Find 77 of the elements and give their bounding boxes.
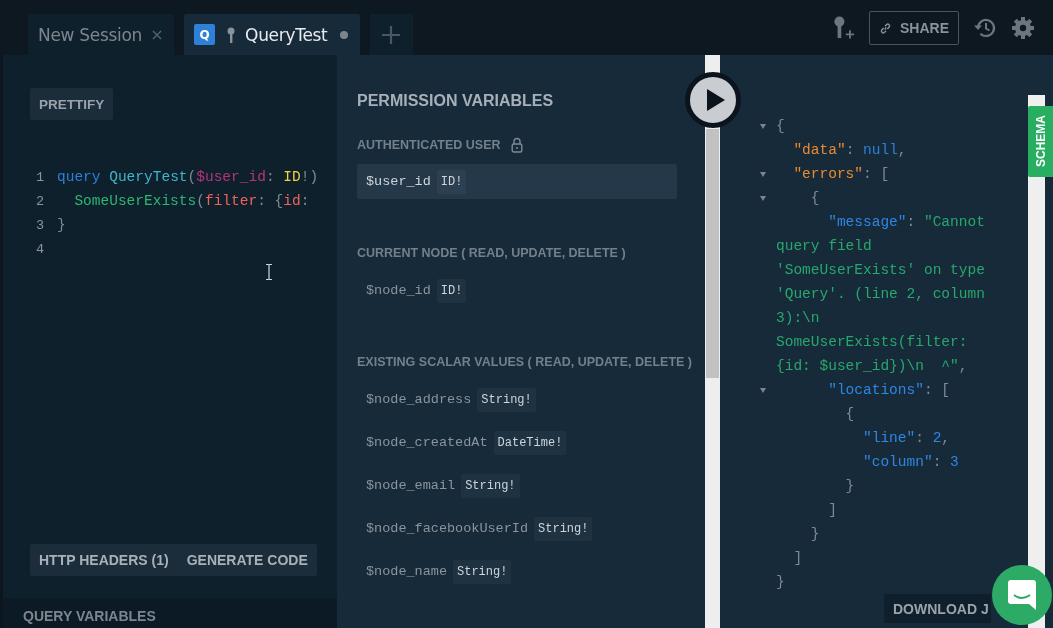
session-tab[interactable]: New Session (28, 14, 175, 55)
code-line: "line": 2, (862, 430, 951, 446)
code-line: } (844, 478, 855, 494)
variable-name: $node_facebookUserId (366, 521, 529, 536)
variable-name: $node_address (366, 392, 472, 407)
type-tag: ID! (436, 169, 467, 194)
variable-row[interactable]: $user_id ID! (357, 164, 677, 199)
code-line: ] (792, 550, 803, 566)
new-tab-button[interactable] (369, 14, 413, 55)
toolbar-button[interactable]: GENERATE CODE (177, 544, 317, 576)
variable-name: $node_id (366, 283, 431, 298)
text-cursor-icon (265, 264, 273, 280)
fold-arrow-icon[interactable] (760, 171, 766, 177)
link-icon (879, 21, 892, 35)
code-line: { (776, 118, 785, 134)
code-line: "column": 3 (862, 454, 959, 470)
section-label: CURRENT NODE ( READ, UPDATE, DELETE ) (357, 246, 626, 260)
share-button[interactable]: SHARE (869, 11, 959, 45)
section-label: EXISTING SCALAR VALUES ( READ, UPDATE, DELETE ) (357, 355, 692, 369)
key-plus-icon[interactable] (833, 16, 855, 40)
history-icon[interactable] (973, 16, 997, 40)
chat-button[interactable] (992, 565, 1052, 625)
code-line: "errors": [ (792, 166, 890, 182)
code-line: 'SomeUserExists' on type (776, 262, 985, 278)
fold-arrow-icon[interactable] (760, 387, 766, 393)
code-line: 3):\n (776, 310, 820, 326)
fold-arrow-icon[interactable] (760, 195, 766, 201)
line-number: 4 (36, 241, 46, 257)
query-variables-bar[interactable]: QUERY VARIABLES (3, 598, 337, 628)
code-line: { (844, 406, 855, 422)
code-line: 'Query'. (line 2, column (776, 286, 985, 302)
line-number: 3 (36, 217, 46, 233)
code-line: ] (827, 502, 837, 518)
type-tag: String! (453, 559, 512, 584)
download-button[interactable]: DOWNLOAD J (884, 594, 991, 623)
variable-name: $user_id (366, 174, 431, 189)
code-line: SomeUserExists(filter: (776, 334, 968, 350)
toolbar-button[interactable]: HTTP HEADERS (1) (30, 544, 178, 576)
chat-bubble-icon (1008, 580, 1036, 610)
prettify-button[interactable]: PRETTIFY (30, 88, 114, 120)
variable-name: $node_email (366, 478, 456, 493)
line-number: 1 (36, 169, 46, 185)
variable-name: $node_name (366, 564, 447, 579)
code-line: } (809, 526, 820, 542)
type-tag: DateTime! (493, 430, 567, 455)
type-tag: String! (461, 473, 520, 498)
variable-name: $node_createdAt (366, 435, 488, 450)
variable-row[interactable]: $node_facebookUserId String! (357, 511, 677, 546)
panel-title: PERMISSION VARIABLES (357, 92, 555, 110)
variable-row[interactable]: $node_email String! (357, 468, 677, 503)
code-line: {id: $user_id})\n ^", (776, 358, 968, 374)
code-line: "message": "Cannot (827, 214, 985, 230)
code-line: query field (776, 238, 872, 254)
close-icon[interactable] (152, 29, 163, 40)
type-tag: String! (534, 516, 593, 541)
code-line: SomeUserExists(filter: {id: (73, 193, 310, 209)
code-line: query QueryTest($user_id: ID!) (57, 169, 319, 185)
code-line: } (776, 574, 785, 590)
line-number: 2 (36, 193, 46, 209)
section-label: AUTHENTICATED USER (357, 138, 501, 152)
type-tag: ID! (436, 278, 467, 303)
fold-arrow-icon[interactable] (760, 123, 766, 129)
scrollbar-thumb[interactable] (706, 129, 719, 378)
plus-icon (382, 25, 400, 44)
query-badge: Q (194, 24, 216, 45)
variable-row[interactable]: $node_address String! (357, 382, 677, 417)
variable-row[interactable]: $node_createdAt DateTime! (357, 425, 677, 460)
session-tab[interactable]: Q QueryTest (184, 14, 360, 55)
type-tag: String! (477, 387, 536, 412)
code-line: "data": null, (792, 142, 907, 158)
code-line: { (809, 190, 820, 206)
query-variables-title: QUERY VARIABLES (23, 609, 157, 624)
scrollbar[interactable] (705, 55, 720, 628)
code-line: } (57, 217, 66, 233)
variable-row[interactable]: $node_id ID! (357, 273, 677, 308)
code-line: "locations": [ (827, 382, 951, 398)
variable-row[interactable]: $node_name String! (357, 554, 677, 589)
